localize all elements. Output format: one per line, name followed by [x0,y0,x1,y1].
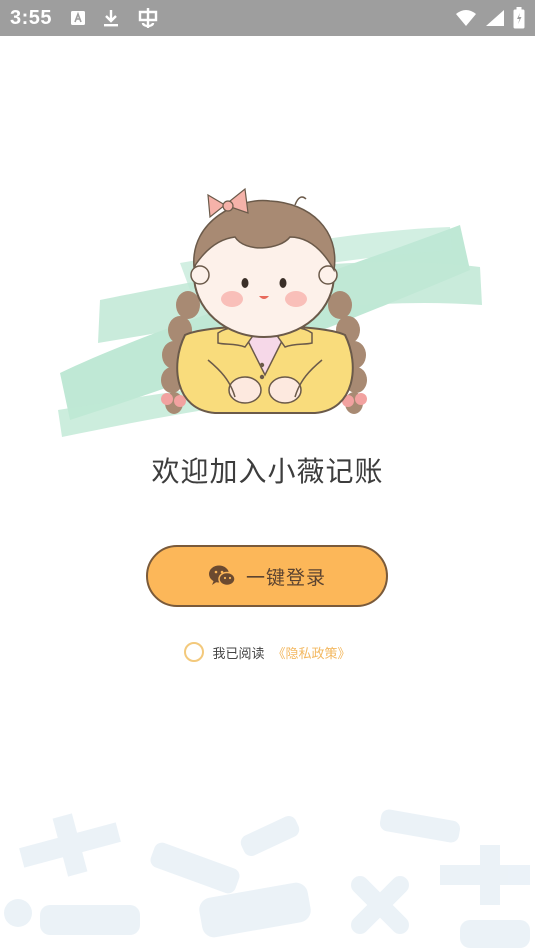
privacy-policy-link[interactable]: 《隐私政策》 [273,643,351,662]
bug-icon [136,7,160,29]
welcome-illustration [40,175,495,465]
agree-text: 我已阅读 [212,646,265,662]
agree-checkbox[interactable] [184,642,205,662]
status-time: 3:55 [10,6,53,29]
wifi-icon [455,9,477,27]
download-icon [102,8,120,28]
status-right-icons [455,7,525,29]
keyboard-icon [70,10,86,26]
status-bar: 3:55 [0,0,535,36]
battery-icon [513,7,525,29]
welcome-title: 欢迎加入小薇记账 [151,455,384,488]
bottom-decoration [0,795,535,952]
status-left-icons [70,7,160,29]
head [190,187,338,338]
one-click-login-button[interactable]: 一键登录 [146,545,388,607]
privacy-agreement: 我已阅读 《隐私政策》 [0,642,535,662]
body [176,325,354,414]
signal-icon [485,9,505,27]
login-label: 一键登录 [245,566,326,589]
wechat-icon [208,564,236,588]
